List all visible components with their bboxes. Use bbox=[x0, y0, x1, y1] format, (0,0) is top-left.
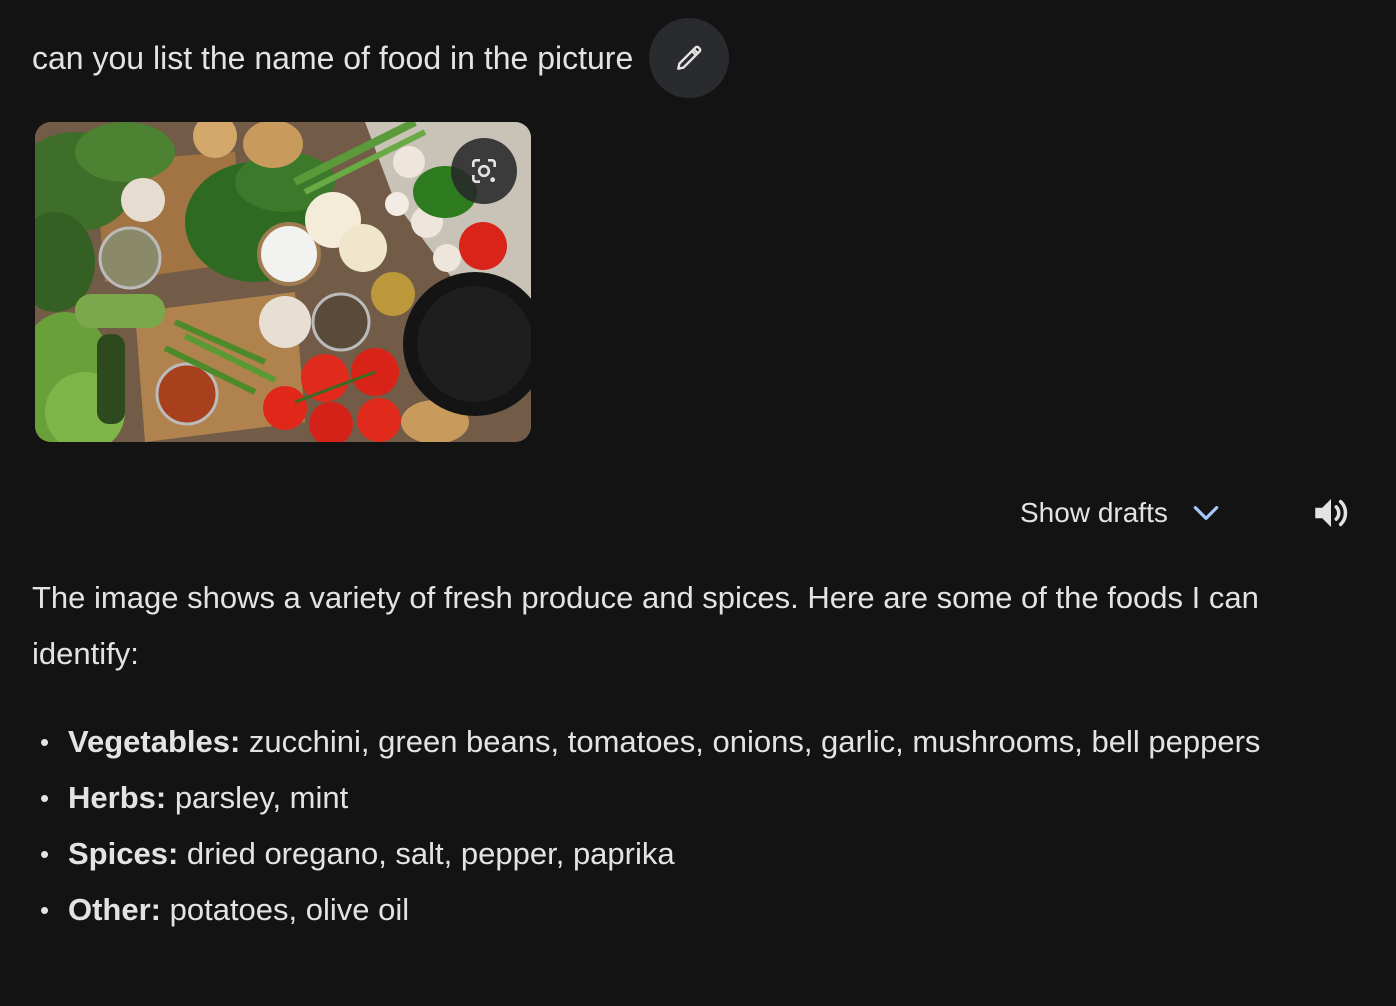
list-item: • Vegetables: zucchini, green beans, toma… bbox=[40, 714, 1292, 770]
list-item: • Spices: dried oregano, salt, pepper, pa… bbox=[40, 826, 1292, 882]
user-prompt: can you list the name of food in the pic… bbox=[32, 18, 730, 98]
model-response: The image shows a variety of fresh produ… bbox=[32, 570, 1292, 938]
list-item: • Herbs: parsley, mint bbox=[40, 770, 1292, 826]
speaker-icon bbox=[1315, 499, 1348, 527]
edit-prompt-button[interactable] bbox=[649, 18, 730, 98]
prompt-text: can you list the name of food in the pic… bbox=[32, 40, 634, 76]
list-item-text: dried oregano, salt, pepper, paprika bbox=[178, 836, 675, 871]
bullet: • bbox=[40, 783, 50, 813]
list-item-label: Herbs: bbox=[68, 780, 167, 815]
google-lens-icon bbox=[472, 159, 496, 183]
bullet: • bbox=[40, 727, 50, 757]
bullet: • bbox=[40, 839, 50, 869]
read-aloud-button[interactable] bbox=[1308, 490, 1354, 536]
list-item-text: potatoes, olive oil bbox=[161, 892, 410, 927]
list-item-text: parsley, mint bbox=[166, 780, 349, 815]
uploaded-food-image[interactable] bbox=[35, 122, 531, 442]
list-item-label: Vegetables: bbox=[68, 724, 241, 759]
show-drafts-label: Show drafts bbox=[1020, 497, 1168, 528]
chevron-down-icon bbox=[1190, 497, 1222, 529]
food-list: • Vegetables: zucchini, green beans, toma… bbox=[32, 714, 1292, 938]
list-item-text: zucchini, green beans, tomatoes, onions,… bbox=[240, 724, 1261, 759]
pencil-icon bbox=[677, 45, 702, 70]
list-item-label: Other: bbox=[68, 892, 161, 927]
google-lens-button[interactable] bbox=[451, 138, 517, 204]
list-item: • Other: potatoes, olive oil bbox=[40, 882, 1292, 938]
bullet: • bbox=[40, 895, 50, 925]
show-drafts-button[interactable]: Show drafts bbox=[1020, 490, 1222, 536]
list-item-label: Spices: bbox=[68, 836, 179, 871]
response-intro: The image shows a variety of fresh produ… bbox=[32, 580, 1259, 671]
